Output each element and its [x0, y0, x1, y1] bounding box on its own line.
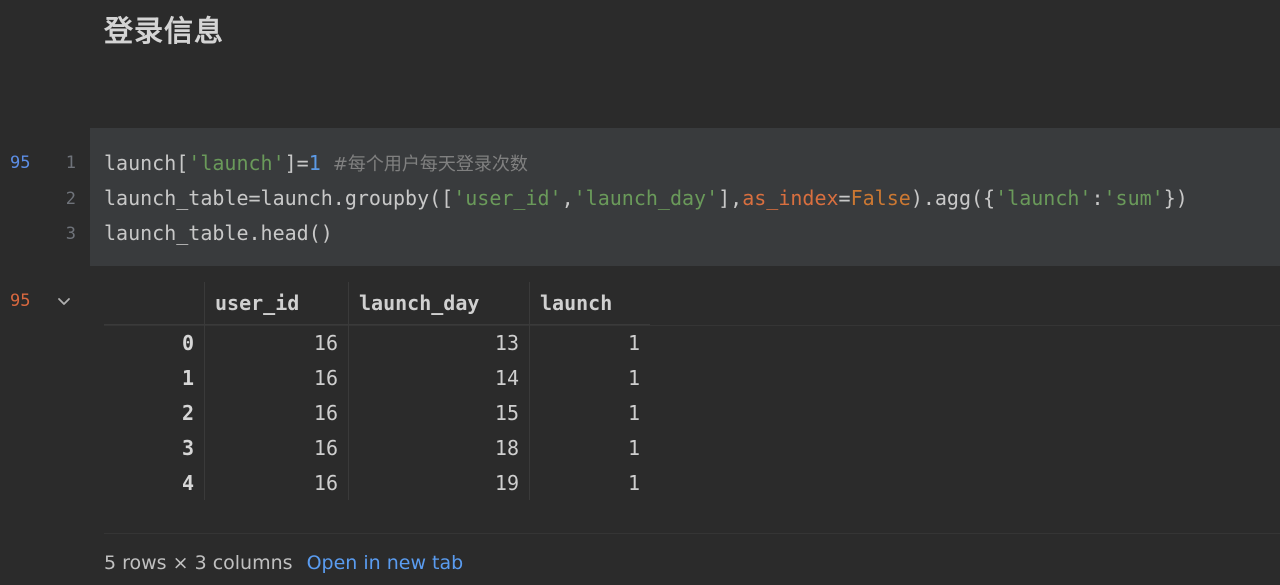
input-execution-count: 95	[10, 153, 31, 173]
table-row: 0 16 13 1	[104, 324, 650, 360]
row-index: 0	[181, 330, 194, 355]
row-index: 2	[181, 400, 194, 425]
code-token: launch_table.head()	[104, 221, 333, 245]
table-cell: 16	[204, 395, 349, 430]
output-divider	[104, 533, 1280, 534]
table-cell: 13	[348, 324, 530, 360]
code-line-3[interactable]: launch_table.head()	[104, 221, 333, 245]
table-cell: 16	[204, 465, 349, 500]
dataframe-table: user_id launch_day launch 0 16 13 1 1 16…	[104, 282, 650, 500]
code-token: =	[838, 186, 851, 210]
row-index: 4	[181, 470, 194, 495]
table-cell: 1	[529, 465, 650, 500]
table-row: 3 16 18 1	[104, 430, 650, 465]
output-footer: 5 rows × 3 columns Open in new tab	[104, 552, 463, 574]
table-cell: 16	[204, 324, 349, 360]
column-header[interactable]: launch	[529, 282, 650, 325]
code-line-1[interactable]: launch['launch']=1 #每个用户每天登录次数	[104, 150, 528, 176]
code-token: ]=	[284, 151, 309, 175]
code-token: :	[1091, 186, 1104, 210]
code-token: ).agg({	[910, 186, 996, 210]
code-string: 'launch_day'	[573, 186, 719, 210]
column-header[interactable]: user_id	[204, 282, 349, 325]
row-index: 1	[181, 365, 194, 390]
table-cell: 15	[348, 395, 530, 430]
table-cell: 1	[529, 430, 650, 465]
code-comment: #每个用户每天登录次数	[332, 154, 528, 175]
line-number: 2	[65, 189, 76, 209]
code-number: 1	[308, 151, 321, 175]
table-header-row: user_id launch_day launch	[104, 282, 650, 325]
table-row: 2 16 15 1	[104, 395, 650, 430]
chevron-down-icon[interactable]	[55, 292, 73, 310]
index-header	[104, 282, 205, 325]
code-string: 'sum'	[1103, 186, 1164, 210]
open-in-new-tab-link[interactable]: Open in new tab	[307, 552, 464, 574]
row-index: 3	[181, 435, 194, 460]
table-row: 4 16 19 1	[104, 465, 650, 500]
code-string: 'user_id'	[453, 186, 562, 210]
code-string: 'launch'	[995, 186, 1092, 210]
code-line-2[interactable]: launch_table=launch.groupby(['user_id','…	[104, 186, 1188, 210]
code-token: launch_table=launch.groupby([	[104, 186, 454, 210]
code-token: ],	[718, 186, 743, 210]
table-row: 1 16 14 1	[104, 360, 650, 395]
code-kwarg: as_index	[742, 186, 839, 210]
code-string: 'launch'	[188, 151, 285, 175]
markdown-heading: 登录信息	[104, 14, 225, 48]
output-execution-count: 95	[10, 291, 31, 311]
table-cell: 16	[204, 360, 349, 395]
table-cell: 1	[529, 395, 650, 430]
code-keyword: False	[850, 186, 911, 210]
column-header[interactable]: launch_day	[348, 282, 530, 325]
code-token: ,	[561, 186, 574, 210]
table-cell: 14	[348, 360, 530, 395]
table-cell: 16	[204, 430, 349, 465]
line-number: 1	[65, 153, 76, 173]
code-token: })	[1163, 186, 1188, 210]
table-cell: 1	[529, 360, 650, 395]
table-cell: 19	[348, 465, 530, 500]
code-token: launch[	[104, 151, 189, 175]
table-cell: 18	[348, 430, 530, 465]
line-number: 3	[65, 224, 76, 244]
table-summary: 5 rows × 3 columns	[104, 552, 293, 574]
table-cell: 1	[529, 324, 650, 360]
